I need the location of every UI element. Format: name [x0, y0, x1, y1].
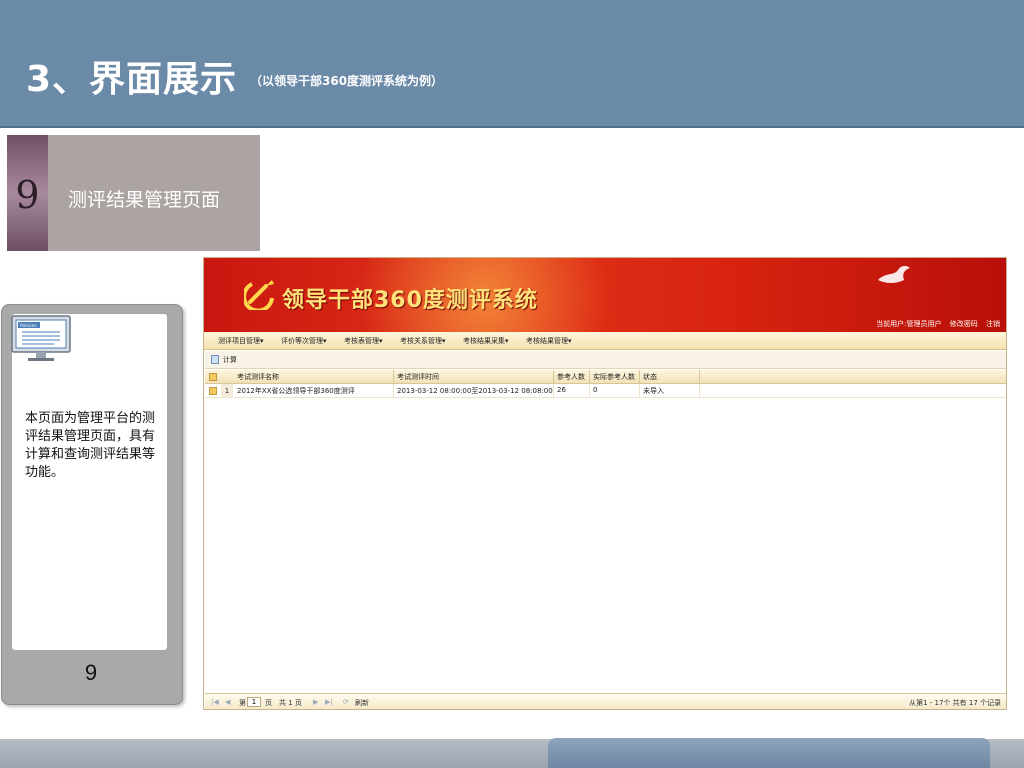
- column-divider: [589, 384, 590, 398]
- current-user-label: 当前用户:管理员用户: [876, 320, 942, 328]
- col-header-participants[interactable]: 参考人数: [557, 372, 585, 382]
- record-summary: 从第1 - 17个 共有 17 个记录: [909, 699, 1001, 707]
- menu-item-result-collection[interactable]: 考核结果采集▾: [463, 336, 509, 346]
- column-divider: [553, 370, 554, 384]
- next-page-icon[interactable]: ▶: [313, 698, 318, 706]
- change-password-link[interactable]: 修改密码: [950, 320, 978, 328]
- policies-monitor-icon: Policies: [10, 314, 72, 368]
- toolbar: 计算: [205, 351, 1006, 369]
- footer-tab: [548, 738, 990, 768]
- calculate-button[interactable]: 计算: [223, 355, 237, 365]
- user-info: 当前用户:管理员用户 修改密码 注销: [876, 319, 1000, 329]
- slide: 3、界面展示 （以领导干部360度测评系统为例） 9 测评结果管理页面 Poli…: [0, 0, 1024, 768]
- cell-status: 未导入: [643, 387, 664, 395]
- menu-item-rating-levels[interactable]: 评价等次管理▾: [281, 336, 327, 346]
- section-number: 9: [15, 173, 40, 217]
- last-page-icon[interactable]: ▶|: [325, 698, 333, 706]
- first-page-icon[interactable]: |◀: [211, 698, 219, 706]
- page-prefix: 第: [239, 699, 246, 707]
- menu-item-assessment-forms[interactable]: 考核表管理▾: [344, 336, 383, 346]
- cell-name: 2012年XX省公选领导干部360度测评: [237, 387, 355, 395]
- column-divider: [393, 384, 394, 398]
- refresh-button[interactable]: 刷新: [355, 698, 369, 708]
- refresh-icon[interactable]: ⟳: [343, 698, 349, 706]
- app-screenshot: 领导干部360度测评系统 当前用户:管理员用户 修改密码 注销 测评项目管理▾ …: [203, 257, 1007, 710]
- svg-text:Policies: Policies: [20, 323, 37, 329]
- col-header-status[interactable]: 状态: [643, 372, 657, 382]
- app-banner-title: 领导干部360度测评系统: [282, 288, 538, 313]
- col-header-name[interactable]: 考试测评名称: [237, 372, 279, 382]
- column-divider: [639, 384, 640, 398]
- column-divider: [393, 370, 394, 384]
- select-all-checkbox[interactable]: [209, 373, 217, 381]
- page-suffix: 页: [265, 699, 272, 707]
- menu-item-result-management[interactable]: 考核结果管理▾: [526, 336, 572, 346]
- logout-link[interactable]: 注销: [986, 320, 1000, 328]
- section-title-box: 测评结果管理页面: [48, 135, 260, 251]
- column-divider: [699, 384, 700, 398]
- menu-bar: 测评项目管理▾ 评价等次管理▾ 考核表管理▾ 考核关系管理▾ 考核结果采集▾ 考…: [204, 332, 1006, 350]
- column-divider: [699, 370, 700, 384]
- dove-icon: [874, 262, 914, 294]
- pagination-bar: |◀ ◀ 第 1 页 共 1 页 ▶ ▶| ⟳ 刷新 从第1 - 17个 共有 …: [205, 693, 1006, 709]
- column-divider: [639, 370, 640, 384]
- total-pages: 共 1 页: [279, 699, 302, 707]
- calculate-icon: [211, 355, 219, 364]
- card-page-number: 9: [84, 660, 98, 685]
- row-checkbox[interactable]: [209, 387, 217, 395]
- menu-item-assessment-relations[interactable]: 考核关系管理▾: [400, 336, 446, 346]
- column-divider: [553, 384, 554, 398]
- column-divider: [589, 370, 590, 384]
- cell-actual: 0: [593, 386, 598, 394]
- page-subtitle: （以领导干部360度测评系统为例）: [250, 74, 444, 88]
- header-band: 3、界面展示 （以领导干部360度测评系统为例）: [0, 0, 1024, 128]
- page-title: 3、界面展示: [26, 59, 238, 100]
- section-title: 测评结果管理页面: [68, 189, 221, 211]
- cell-time: 2013-03-12 08:00:00至2013-03-12 08:08:00: [397, 387, 553, 395]
- description-text: 本页面为管理平台的测评结果管理页面，具有计算和查询测评结果等功能。: [25, 411, 156, 480]
- page-number-input[interactable]: 1: [247, 697, 261, 707]
- party-emblem-icon: [242, 276, 278, 314]
- cell-participants: 26: [557, 386, 566, 394]
- menu-item-evaluation-projects[interactable]: 测评项目管理▾: [218, 336, 264, 346]
- row-number: 1: [221, 384, 233, 398]
- col-header-actual[interactable]: 实际参考人数: [593, 372, 635, 382]
- table-row[interactable]: 1 2012年XX省公选领导干部360度测评 2013-03-12 08:00:…: [205, 384, 1006, 398]
- table-header: 考试测评名称 考试测评时间 参考人数 实际参考人数 状态: [205, 370, 1006, 384]
- col-header-time[interactable]: 考试测评时间: [397, 372, 439, 382]
- app-banner: 领导干部360度测评系统 当前用户:管理员用户 修改密码 注销: [204, 258, 1006, 332]
- prev-page-icon[interactable]: ◀: [225, 698, 230, 706]
- section-number-tab: 9: [7, 135, 48, 251]
